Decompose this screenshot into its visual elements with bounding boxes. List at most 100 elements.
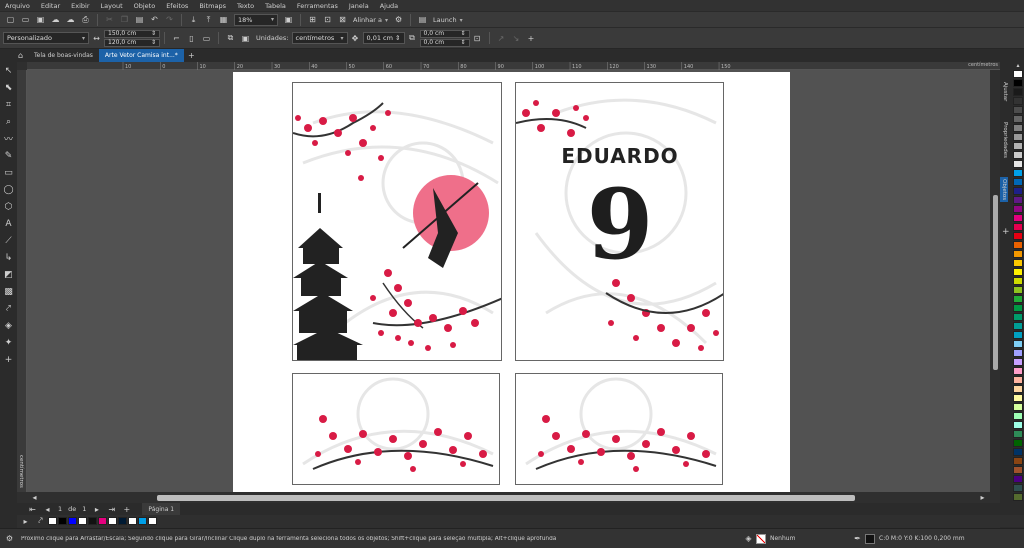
palette-swatch[interactable] (1013, 232, 1023, 240)
all-pages-icon[interactable]: ⧉ (225, 33, 236, 44)
palette-swatch[interactable] (1013, 133, 1023, 141)
add-docker-icon[interactable]: + (1002, 227, 1010, 237)
frame-icon[interactable]: ⊡ (472, 33, 483, 44)
page[interactable]: EDUARDO 9 (233, 72, 790, 492)
rectangle-tool-icon[interactable]: ▭ (0, 164, 17, 181)
connector-tool-icon[interactable]: ↳ (0, 249, 17, 266)
current-page-icon[interactable]: ▣ (240, 33, 251, 44)
document-palette-swatch[interactable] (88, 517, 97, 525)
palette-swatch[interactable] (1013, 115, 1023, 123)
full-screen-icon[interactable]: ▣ (283, 14, 294, 25)
drop-shadow-icon[interactable]: ◩ (0, 266, 17, 283)
palette-swatch[interactable] (1013, 322, 1023, 330)
open-icon[interactable]: ▭ (20, 14, 31, 25)
palette-swatch[interactable] (1013, 295, 1023, 303)
vertical-scrollbar[interactable] (990, 70, 1000, 492)
arrow-forward-icon[interactable]: ↘ (511, 33, 522, 44)
first-page-icon[interactable]: ⇤ (27, 504, 38, 515)
nudge-field[interactable]: 0,01 cm ⇕ (362, 32, 405, 44)
eyedropper-palette-icon[interactable]: ⤤ (35, 516, 46, 527)
export-icon[interactable]: ⤒ (203, 14, 214, 25)
docker-tab-adjust[interactable]: Ajustar (1002, 82, 1008, 101)
palette-swatch[interactable] (1013, 493, 1023, 501)
freehand-tool-icon[interactable]: 〰 (0, 130, 17, 147)
artwork-panel-back[interactable]: EDUARDO 9 (515, 82, 724, 361)
palette-swatch[interactable] (1013, 97, 1023, 105)
artwork-panel-sleeve-right[interactable] (515, 373, 723, 485)
document-palette-swatch[interactable] (68, 517, 77, 525)
next-page-icon[interactable]: ▸ (91, 504, 102, 515)
palette-swatch[interactable] (1013, 475, 1023, 483)
palette-swatch[interactable] (1013, 286, 1023, 294)
scroll-right-icon[interactable]: ▸ (977, 492, 988, 503)
document-palette-swatch[interactable] (78, 517, 87, 525)
snap-grid-icon[interactable]: ⊞ (307, 14, 318, 25)
undo-icon[interactable]: ↶ (149, 14, 160, 25)
artistic-media-icon[interactable]: ✎ (0, 147, 17, 164)
save-icon[interactable]: ▣ (35, 14, 46, 25)
menu-item[interactable]: Texto (237, 2, 254, 10)
align-dropdown[interactable]: Alinhar a (353, 16, 388, 24)
ellipse-tool-icon[interactable]: ◯ (0, 181, 17, 198)
page-tab[interactable]: Página 1 (142, 502, 181, 516)
zoom-tool-icon[interactable]: ⌕ (0, 113, 17, 130)
tab-welcome[interactable]: Tela de boas-vindas (28, 49, 99, 62)
palette-swatch[interactable] (1013, 367, 1023, 375)
palette-swatch[interactable] (1013, 313, 1023, 321)
launch-icon[interactable]: ▤ (417, 14, 428, 25)
smart-fill-icon[interactable]: ✦ (0, 334, 17, 351)
print-icon[interactable]: ⎙ (80, 14, 91, 25)
horizontal-scrollbar[interactable]: ◂ ▸ (27, 492, 990, 503)
crop-tool-icon[interactable]: ⌗ (0, 96, 17, 113)
palette-swatch[interactable] (1013, 142, 1023, 150)
gear-icon[interactable]: ⚙ (393, 14, 404, 25)
palette-swatch[interactable] (1013, 358, 1023, 366)
document-palette-swatch[interactable] (148, 517, 157, 525)
fill-none-swatch[interactable] (756, 533, 766, 544)
import-icon[interactable]: ⤓ (188, 14, 199, 25)
polygon-tool-icon[interactable]: ⬡ (0, 198, 17, 215)
document-palette-swatch[interactable] (128, 517, 137, 525)
pick-tool-icon[interactable]: ↖ (0, 62, 17, 79)
launch-dropdown[interactable]: Launch (433, 16, 463, 24)
artwork-panel-front[interactable] (292, 82, 502, 361)
menu-item[interactable]: Janela (349, 2, 369, 10)
snap-guides-icon[interactable]: ⊡ (322, 14, 333, 25)
units-dropdown[interactable]: centímetros (291, 32, 348, 44)
interactive-fill-icon[interactable]: ◈ (0, 317, 17, 334)
menu-item[interactable]: Bitmaps (199, 2, 226, 10)
menu-item[interactable]: Ferramentas (297, 2, 338, 10)
palette-scroll-up-icon[interactable]: ▴ (1012, 62, 1024, 70)
palette-swatch[interactable] (1013, 223, 1023, 231)
gear-icon[interactable]: ⚙ (4, 533, 15, 544)
menu-item[interactable]: Exibir (71, 2, 89, 10)
transparency-icon[interactable]: ▩ (0, 283, 17, 300)
menu-item[interactable]: Efeitos (166, 2, 188, 10)
document-palette-swatch[interactable] (118, 517, 127, 525)
copy-icon[interactable]: ❐ (119, 14, 130, 25)
page-height-field[interactable]: 120,0 cm ⇕ (104, 38, 160, 47)
redo-icon[interactable]: ↷ (164, 14, 175, 25)
vertical-scroll-thumb[interactable] (993, 195, 998, 370)
palette-swatch[interactable] (1013, 169, 1023, 177)
add-tool-icon[interactable]: + (0, 351, 17, 368)
palette-swatch[interactable] (1013, 79, 1023, 87)
publish-pdf-icon[interactable]: ▦ (218, 14, 229, 25)
prev-page-icon[interactable]: ◂ (42, 504, 53, 515)
palette-swatch[interactable] (1013, 376, 1023, 384)
cut-icon[interactable]: ✂ (104, 14, 115, 25)
palette-swatch[interactable] (1013, 106, 1023, 114)
palette-swatch[interactable] (1013, 421, 1023, 429)
horizontal-scroll-thumb[interactable] (157, 495, 855, 501)
palette-swatch[interactable] (1013, 331, 1023, 339)
tab-document[interactable]: Arte Vetor Camisa int...* (98, 49, 184, 62)
home-icon[interactable]: ⌂ (15, 50, 26, 61)
palette-swatch[interactable] (1013, 241, 1023, 249)
palette-swatch[interactable] (1013, 439, 1023, 447)
cloud-download-icon[interactable]: ☁ (50, 14, 61, 25)
palette-menu-icon[interactable]: ▸ (20, 516, 31, 527)
palette-swatch[interactable] (1013, 160, 1023, 168)
palette-swatch[interactable] (1013, 124, 1023, 132)
palette-swatch[interactable] (1013, 448, 1023, 456)
add-page-icon[interactable]: + (121, 504, 132, 515)
